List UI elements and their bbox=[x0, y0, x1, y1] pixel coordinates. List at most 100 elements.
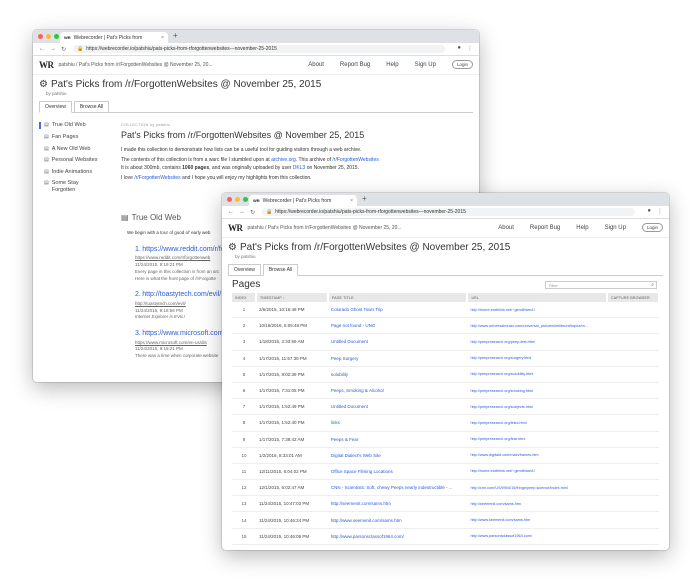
row-page-title[interactable]: Digital Dialect's Web Site bbox=[327, 447, 468, 464]
nav-sign-up[interactable]: Sign Up bbox=[415, 62, 436, 68]
table-row[interactable]: 8 1/17/2015, 1:52:40 PM links http://peepre… bbox=[232, 414, 659, 432]
row-page-title[interactable]: Untitled Document bbox=[327, 398, 468, 416]
sidebar-item-personal-websites[interactable]: ▤ Personal Websites bbox=[44, 157, 105, 164]
nav-report-bug[interactable]: Report Bug bbox=[530, 225, 560, 231]
profile-icon[interactable]: ● bbox=[457, 45, 461, 52]
row-url[interactable]: http://www.parsonsclassof1964.com/ bbox=[467, 528, 608, 545]
row-url[interactable]: http://home.earthlink.net/~gemlithian1/ bbox=[467, 463, 608, 481]
table-row[interactable]: 9 1/17/2015, 7:38:42 AM Peeps & Fear http:/… bbox=[232, 431, 659, 448]
nav-sign-up[interactable]: Sign Up bbox=[605, 225, 626, 231]
tab-browse-all[interactable]: Browse All bbox=[262, 264, 299, 276]
sidebar-item-indie-animations[interactable]: ▤ Indie Animations bbox=[44, 169, 105, 176]
table-row[interactable]: 2 10/16/2016, 5:05:48 PM Page not found - … bbox=[232, 317, 659, 335]
sidebar-item-a-new-old-web[interactable]: ▤ A New Old Web bbox=[44, 146, 105, 153]
table-row[interactable]: 5 1/17/2015, 8:02:39 PM solubility http://p… bbox=[232, 366, 659, 383]
webrecorder-logo[interactable]: WR bbox=[33, 60, 54, 70]
row-url[interactable]: http://www.seemenit.com/sams.htm bbox=[467, 511, 608, 529]
new-tab-icon[interactable]: + bbox=[362, 194, 367, 203]
row-page-title[interactable]: Page not found - UNG bbox=[327, 317, 468, 335]
user-link[interactable]: DKL3 bbox=[293, 165, 306, 171]
row-page-title[interactable]: Peep Surgery bbox=[327, 350, 468, 367]
row-url[interactable]: http://www.universalmusic.com/universal_… bbox=[467, 317, 608, 335]
minimize-window-icon[interactable] bbox=[46, 34, 51, 39]
nav-help[interactable]: Help bbox=[386, 62, 398, 68]
close-tab-icon[interactable]: × bbox=[161, 35, 164, 41]
forgotten-websites-link-2[interactable]: /r/ForgottenWebsites bbox=[134, 175, 180, 181]
table-row[interactable]: 11 12/11/2015, 6:04:02 PM Office Space Fil… bbox=[232, 463, 659, 481]
column-capture-browser[interactable]: CAPTURE BROWSER bbox=[607, 293, 660, 302]
close-window-icon[interactable] bbox=[38, 34, 43, 39]
column-page-title[interactable]: PAGE TITLE bbox=[327, 293, 469, 302]
breadcrumb-user[interactable]: patshiu bbox=[59, 62, 75, 68]
more-menu-icon[interactable]: ⋮ bbox=[657, 208, 663, 215]
row-page-title[interactable]: Office Space Filming Locations bbox=[327, 463, 468, 481]
tab-browse-all[interactable]: Browse All bbox=[73, 101, 110, 113]
forward-arrow-icon[interactable]: → bbox=[50, 46, 56, 53]
list-item-url[interactable]: http://toastytech.com/evil/ bbox=[142, 291, 221, 298]
tab-overview[interactable]: Overview bbox=[228, 264, 261, 276]
reload-icon[interactable]: ↻ bbox=[61, 46, 66, 53]
row-url[interactable]: http://peepresearch.org/subjects.html bbox=[467, 398, 608, 416]
table-row[interactable]: 10 1/2/2016, 8:33:01 AM Digital Dialect's … bbox=[232, 447, 659, 464]
table-row[interactable]: 4 1/17/2015, 11:57:39 PM Peep Surgery http:… bbox=[232, 350, 659, 367]
reload-icon[interactable]: ↻ bbox=[250, 209, 255, 216]
back-arrow-icon[interactable]: ← bbox=[228, 209, 234, 216]
close-window-icon[interactable] bbox=[227, 197, 232, 202]
filter-input[interactable]: Filter ⌕ bbox=[545, 281, 657, 289]
login-button[interactable]: Login bbox=[451, 60, 473, 69]
profile-icon[interactable]: ● bbox=[647, 208, 651, 215]
forgotten-websites-link[interactable]: /r/ForgottenWebsites bbox=[332, 157, 378, 163]
maximize-window-icon[interactable] bbox=[54, 34, 59, 39]
row-url[interactable]: http://peepresearch.org/fear.html bbox=[467, 431, 608, 448]
row-url[interactable]: http://peepresearch.org/surgery.html bbox=[467, 350, 608, 367]
row-page-title[interactable]: Colorado Ghost Town Trip bbox=[327, 302, 468, 319]
table-row[interactable]: 6 1/17/2015, 7:31:05 PM Peeps, Smoking & A… bbox=[232, 382, 659, 400]
row-page-title[interactable]: Peeps & Fear bbox=[327, 431, 468, 448]
table-row[interactable]: 1611/24/2015, 10:46:17 PMhttp://www.exci… bbox=[232, 544, 659, 550]
row-page-title[interactable]: Peeps, Smoking & Alcohol bbox=[327, 382, 468, 400]
sidebar-item-some-stay-forgotten[interactable]: ▤ Some Stay Forgotten bbox=[44, 180, 105, 193]
row-page-title[interactable]: http://seemenit.com/sams.htm bbox=[327, 495, 468, 513]
row-url[interactable]: http://seemenit.com/sams.htm bbox=[467, 495, 608, 513]
address-bar[interactable]: 🔒 https://webrecorder.io/patshiu/pats-pi… bbox=[262, 208, 635, 216]
row-url[interactable]: http://home.earthlink.net/~gemlithian1/ bbox=[467, 302, 608, 319]
row-page-title[interactable]: http://www.parsonsclassof1964.com/ bbox=[327, 528, 468, 545]
row-page-title[interactable]: http://www.seemenit.com/sams.htm bbox=[327, 511, 468, 529]
table-row[interactable]: 12 12/1/2015, 6:02:47 AM CNN - Scientists:… bbox=[232, 479, 659, 497]
maximize-window-icon[interactable] bbox=[243, 197, 248, 202]
column-timestamp[interactable]: TIMESTAMP ↓ bbox=[255, 293, 329, 302]
nav-about[interactable]: About bbox=[308, 62, 324, 68]
search-icon[interactable]: ⌕ bbox=[651, 282, 654, 288]
back-arrow-icon[interactable]: ← bbox=[39, 46, 45, 53]
address-bar[interactable]: 🔒 https://webrecorder.io/patshiu/pats-pi… bbox=[73, 45, 445, 53]
forward-arrow-icon[interactable]: → bbox=[239, 209, 245, 216]
more-menu-icon[interactable]: ⋮ bbox=[467, 45, 473, 52]
row-url[interactable]: http://peepresearch.org/peep-fest.html bbox=[467, 333, 608, 351]
breadcrumb-collection[interactable]: Pat's Picks from /r/ForgottenWebsites @ … bbox=[79, 62, 213, 68]
tab-overview[interactable]: Overview bbox=[39, 101, 72, 113]
row-url[interactable]: http://cnn.com/US/9904/15/fringe/peep.sc… bbox=[467, 479, 608, 497]
sidebar-item-true-old-web[interactable]: ▤ True Old Web bbox=[39, 122, 105, 129]
row-url[interactable]: http://peepresearch.org/links.html bbox=[467, 414, 608, 432]
list-item-url[interactable]: https://www.reddit.com/r/forgo bbox=[142, 246, 235, 253]
browser-tab[interactable]: WR Webrecorder | Pat's Picks from × bbox=[249, 195, 357, 206]
table-row[interactable]: 3 1/18/2015, 2:33:59 AM Untitled Document h… bbox=[232, 333, 659, 351]
breadcrumb-user[interactable]: patshiu bbox=[248, 225, 264, 231]
webrecorder-logo[interactable]: WR bbox=[222, 223, 243, 233]
nav-help[interactable]: Help bbox=[576, 225, 588, 231]
row-page-title[interactable]: links bbox=[327, 414, 468, 432]
nav-about[interactable]: About bbox=[498, 225, 514, 231]
row-page-title[interactable]: http://www.excite.com/ bbox=[327, 544, 468, 550]
sidebar-item-fan-pages[interactable]: ▤ Fan Pages bbox=[44, 134, 105, 141]
table-row[interactable]: 15 11/24/2015, 10:46:09 PM http://www.pars… bbox=[232, 528, 659, 545]
archive-org-link[interactable]: archive.org bbox=[271, 157, 296, 163]
column-index[interactable]: INDEX bbox=[232, 293, 257, 302]
table-row[interactable]: 13 11/24/2015, 10:47:03 PM http://seemenit… bbox=[232, 495, 659, 513]
row-url[interactable]: http://www.excite.com/ bbox=[467, 544, 608, 550]
table-row[interactable]: 7 1/17/2015, 1:52:49 PM Untitled Document h… bbox=[232, 398, 659, 416]
new-tab-icon[interactable]: + bbox=[173, 31, 178, 40]
row-url[interactable]: http://www.digitald.com/main/frames.htm bbox=[467, 447, 608, 464]
minimize-window-icon[interactable] bbox=[235, 197, 240, 202]
row-page-title[interactable]: Untitled Document bbox=[327, 333, 468, 351]
row-url[interactable]: http://peepresearch.org/solubility.html bbox=[467, 366, 608, 383]
